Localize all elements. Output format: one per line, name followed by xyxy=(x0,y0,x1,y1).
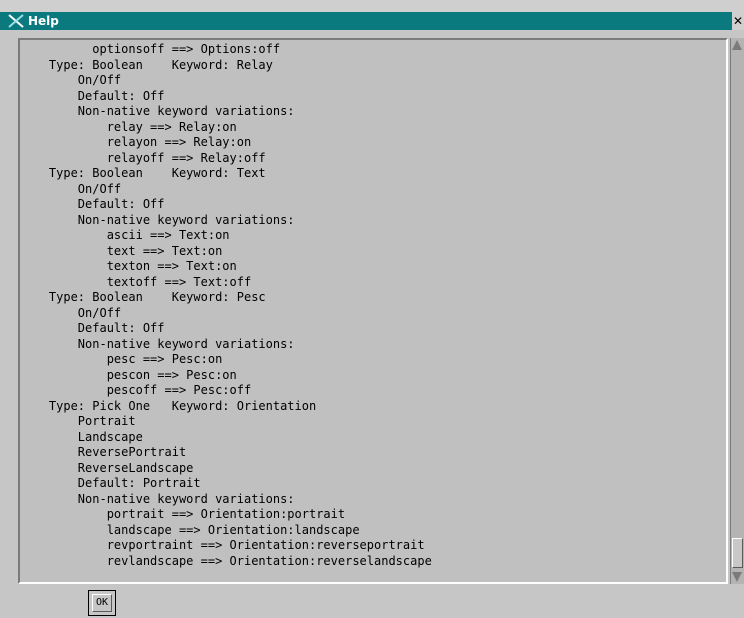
help-text-line: relayoff ==> Relay:off xyxy=(20,150,266,165)
scroll-down-arrow-icon[interactable] xyxy=(732,572,742,582)
help-text-line: Default: Off xyxy=(20,321,165,335)
title-bar-strip[interactable]: Help ✕ xyxy=(0,12,744,30)
help-text-line: portrait ==> Orientation:portrait xyxy=(20,507,346,521)
help-text-line: Default: Off xyxy=(20,88,165,103)
help-text-line: relayon ==> Relay:on xyxy=(20,135,252,149)
help-text-line: Type: Boolean Keyword: Pesc xyxy=(20,290,266,304)
help-window: Help ✕ optionsoff ==> Options:off Type: … xyxy=(0,0,744,618)
help-text-line: pescoff ==> Pesc:off xyxy=(20,383,252,397)
help-text-line: Default: Off xyxy=(20,197,165,211)
scrollbar-thumb[interactable] xyxy=(732,538,743,568)
help-text-line: Non-native keyword variations: xyxy=(20,212,295,227)
help-text-line: Default: Portrait xyxy=(20,476,201,490)
help-text-line: Non-native keyword variations: xyxy=(20,491,295,506)
help-text-line: On/Off xyxy=(20,73,122,87)
help-text-line: textoff ==> Text:off xyxy=(20,274,252,289)
help-text-line: revlandscape ==> Orientation:reverseland… xyxy=(20,553,432,568)
help-text-line: Non-native keyword variations: xyxy=(20,336,295,351)
help-text-line: revportraint ==> Orientation:reverseport… xyxy=(20,538,425,552)
close-button[interactable]: ✕ xyxy=(732,12,744,30)
title-bar[interactable]: Help ✕ xyxy=(0,0,744,30)
help-text-line: Landscape xyxy=(20,429,143,444)
help-text-line: relay ==> Relay:on xyxy=(20,119,237,134)
help-text-line: ascii ==> Text:on xyxy=(20,228,230,242)
scroll-up-arrow-icon[interactable] xyxy=(732,40,742,50)
help-text-line: Non-native keyword variations: xyxy=(20,104,295,118)
help-text-area[interactable]: optionsoff ==> Options:off Type: Boolean… xyxy=(18,38,728,584)
help-text-line: texton ==> Text:on xyxy=(20,259,237,273)
help-text-line: On/Off xyxy=(20,305,122,320)
help-text-line: Portrait xyxy=(20,414,136,428)
help-text-line: On/Off xyxy=(20,181,122,196)
help-text-line: ReversePortrait xyxy=(20,445,187,459)
help-text-line: Type: Boolean Keyword: Text xyxy=(20,166,266,180)
help-text-line: landscape ==> Orientation:landscape xyxy=(20,522,360,537)
help-text-line: pesc ==> Pesc:on xyxy=(20,352,223,366)
x-app-icon xyxy=(8,13,24,29)
help-text-line: optionsoff ==> Options:off xyxy=(20,42,281,56)
help-text-line: Type: Pick One Keyword: Orientation xyxy=(20,398,317,413)
ok-button[interactable]: OK xyxy=(92,594,112,612)
vertical-scrollbar[interactable] xyxy=(730,38,744,584)
help-text-lines: optionsoff ==> Options:off Type: Boolean… xyxy=(20,42,432,569)
help-text-line: Type: Boolean Keyword: Relay xyxy=(20,57,273,72)
help-text-line: text ==> Text:on xyxy=(20,243,223,258)
help-text-line: ReverseLandscape xyxy=(20,460,194,475)
help-text-line: pescon ==> Pesc:on xyxy=(20,367,237,382)
window-title: Help xyxy=(28,14,59,28)
ok-button-frame: OK xyxy=(88,590,116,616)
